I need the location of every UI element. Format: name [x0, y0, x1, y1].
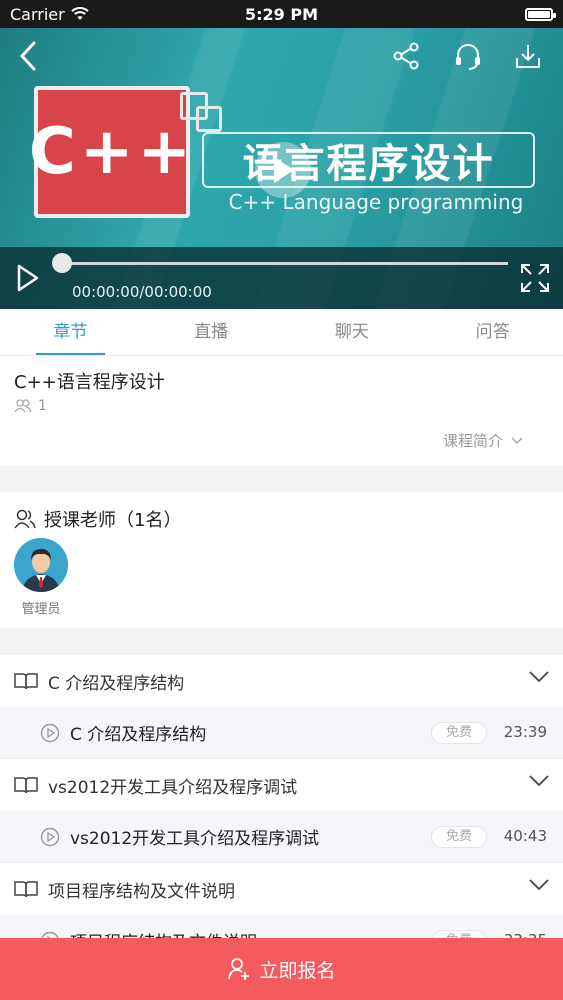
enroll-label: 立即报名 — [259, 959, 336, 982]
course-intro-label: 课程简介 — [442, 432, 503, 450]
chapter-header[interactable]: 项目程序结构及文件说明 — [0, 863, 563, 915]
back-button[interactable] — [10, 38, 46, 74]
lesson-item[interactable]: C 介绍及程序结构 免费 23:39 — [0, 707, 563, 759]
chevron-down-icon — [529, 879, 549, 891]
tab-qa[interactable]: 问答 — [422, 309, 563, 355]
headset-icon — [456, 44, 480, 70]
tab-bar: 章节 直播 聊天 问答 — [0, 309, 563, 356]
teacher-heading: 授课老师（1名） — [14, 506, 181, 532]
users-icon — [14, 509, 36, 529]
playback-time: 00:00:00/00:00:00 — [72, 283, 212, 301]
cover-title: 语言程序设计 — [202, 132, 535, 188]
teacher-name: 管理员 — [21, 602, 61, 617]
share-icon — [393, 42, 419, 70]
chevron-down-icon — [511, 436, 523, 444]
play-circle-icon — [40, 723, 60, 742]
lesson-duration: 40:43 — [503, 827, 547, 845]
customer-service-button[interactable] — [450, 38, 486, 74]
status-left: Carrier — [10, 5, 89, 24]
add-user-icon — [228, 958, 250, 980]
back-icon — [19, 41, 36, 71]
cover-logo: C++ — [29, 86, 191, 218]
battery-icon — [525, 7, 556, 21]
play-icon[interactable] — [16, 264, 40, 292]
chevron-down-icon — [529, 775, 549, 787]
tab-chat[interactable]: 聊天 — [282, 309, 423, 355]
free-badge: 免费 — [430, 722, 487, 744]
chapter-title: 项目程序结构及文件说明 — [48, 881, 235, 902]
course-info: C++语言程序设计 1 课程简介 — [0, 356, 563, 466]
cover-subtitle: C++ Language programming — [228, 190, 524, 214]
play-circle-icon — [40, 827, 60, 846]
center-play-button[interactable] — [255, 142, 311, 198]
lesson-duration: 23:39 — [503, 723, 547, 741]
book-icon — [14, 673, 38, 690]
chapter-header[interactable]: vs2012开发工具介绍及程序调试 — [0, 759, 563, 811]
student-count-value: 1 — [38, 398, 47, 414]
status-bar: Carrier 5:29 PM — [0, 0, 563, 28]
cover-decoration — [196, 106, 222, 132]
course-title: C++语言程序设计 — [14, 372, 165, 393]
tab-chapters[interactable]: 章节 — [0, 309, 141, 355]
chapter-title: vs2012开发工具介绍及程序调试 — [48, 777, 298, 798]
free-badge: 免费 — [430, 826, 487, 848]
download-icon — [516, 45, 540, 68]
progress-track[interactable] — [62, 262, 508, 265]
student-count: 1 — [14, 398, 47, 414]
teacher-heading-text: 授课老师（1名） — [44, 510, 182, 531]
lesson-title: vs2012开发工具介绍及程序调试 — [70, 829, 320, 849]
chapter-header[interactable]: C 介绍及程序结构 — [0, 655, 563, 707]
chevron-down-icon — [529, 671, 549, 683]
avatar-icon — [14, 538, 68, 592]
play-icon — [274, 157, 294, 183]
tab-live[interactable]: 直播 — [141, 309, 282, 355]
share-button[interactable] — [388, 38, 424, 74]
teacher-section: 授课老师（1名） 管理员 — [0, 492, 563, 628]
download-button[interactable] — [510, 38, 546, 74]
fullscreen-icon[interactable] — [520, 263, 550, 293]
lesson-item[interactable]: vs2012开发工具介绍及程序调试 免费 40:43 — [0, 811, 563, 863]
book-icon — [14, 881, 38, 898]
book-icon — [14, 777, 38, 794]
progress-slider-handle[interactable] — [52, 253, 72, 273]
lesson-title: C 介绍及程序结构 — [70, 725, 207, 745]
carrier-label: Carrier — [10, 4, 65, 24]
chapter-list: C 介绍及程序结构 C 介绍及程序结构 免费 23:39 vs2012开发工具介… — [0, 655, 563, 967]
users-icon — [14, 399, 32, 413]
chapter-title: C 介绍及程序结构 — [48, 673, 185, 694]
player-controls: 00:00:00/00:00:00 — [0, 247, 563, 309]
wifi-icon — [71, 7, 89, 20]
course-intro-toggle[interactable]: 课程简介 — [443, 430, 523, 451]
video-player[interactable]: C++ 语言程序设计 C++ Language programming 00:0… — [0, 28, 563, 309]
teacher-avatar[interactable] — [14, 538, 68, 592]
enroll-button[interactable]: 立即报名 — [0, 938, 563, 1000]
